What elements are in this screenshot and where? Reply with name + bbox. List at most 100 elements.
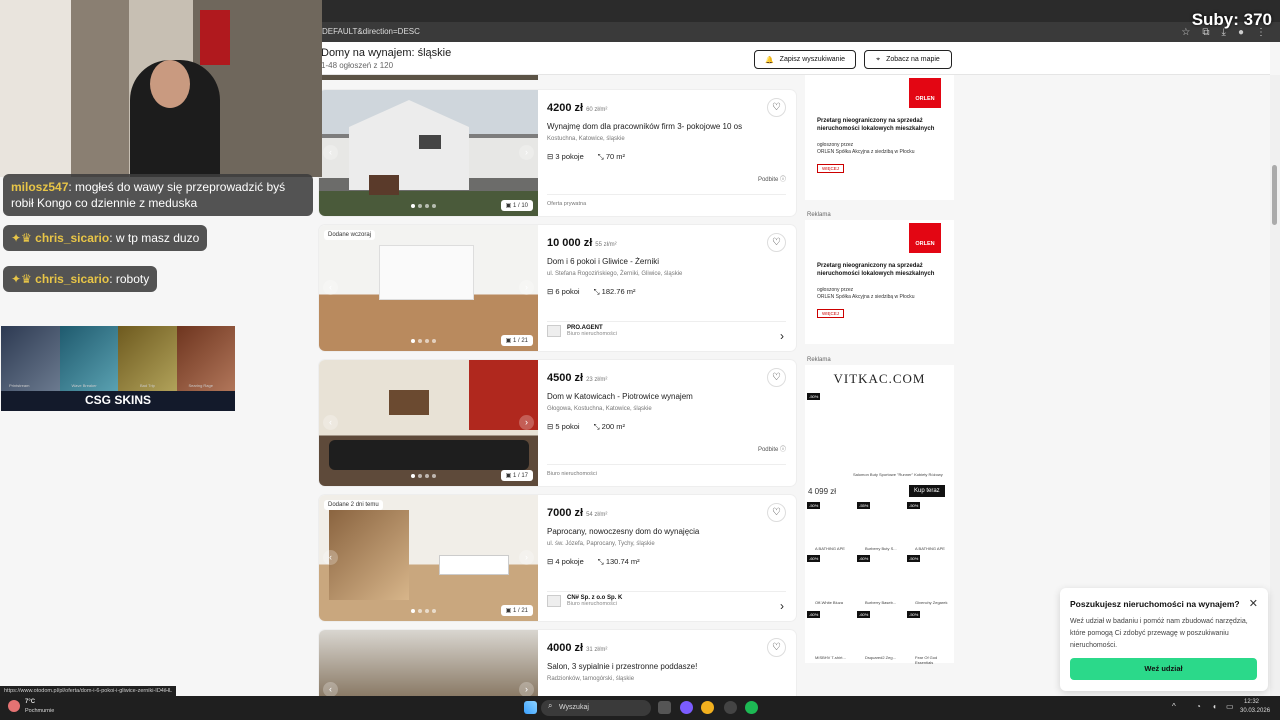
listing-photo[interactable]: Dodane 2 dni temu ‹ › ▣ 1 / 21 xyxy=(319,495,538,621)
vitkac-ad[interactable]: VITKAC.COM -50% Salomon Buty Sportowe "R… xyxy=(805,365,954,665)
listing-card[interactable]: Dodane 2 dni temu ‹ › ▣ 1 / 21 7000 zł 54… xyxy=(319,495,796,621)
listing-price: 7000 zł 54 zł/m² xyxy=(547,507,608,519)
csgoskins-logo: CSG SKINS xyxy=(84,393,151,407)
photo-prev-button[interactable]: ‹ xyxy=(323,550,338,565)
area-icon: ⤡ xyxy=(597,557,604,566)
listing-specs: ⊟ 3 pokoje ⤡ 70 m² xyxy=(547,152,625,162)
window xyxy=(419,135,441,149)
listing-card[interactable]: ‹ › ▣ 1 / 10 4200 zł 60 zł/m² Wynajmę dom… xyxy=(319,90,796,216)
ad-more-button[interactable]: WIĘCEJ xyxy=(817,309,845,318)
save-search-button[interactable]: 🔔 Zapisz wyszukiwanie xyxy=(754,50,856,69)
scrollbar-thumb[interactable] xyxy=(1272,165,1277,225)
task-view-icon[interactable] xyxy=(658,701,671,714)
agency-type: Biuro nieruchomości xyxy=(567,601,617,607)
listing-photo[interactable]: Dodane wczoraj ‹ › ▣ 1 / 21 xyxy=(319,225,538,351)
listing-card[interactable]: Dodane wczoraj ‹ › ▣ 1 / 21 10 000 zł 55 … xyxy=(319,225,796,351)
wifi-icon[interactable]: ◔ xyxy=(1196,702,1201,711)
vitkac-logo: VITKAC.COM xyxy=(833,371,926,386)
tray-chevron-icon[interactable]: ^ xyxy=(1172,702,1176,711)
skin-name: Searing Rage xyxy=(188,383,213,388)
photo-next-button[interactable]: › xyxy=(519,415,534,430)
taskbar-search[interactable]: Wyszukaj xyxy=(541,700,651,716)
ad-item[interactable]: Burberry Baseb... xyxy=(865,600,896,605)
chat-username: milosz547 xyxy=(11,180,69,194)
photo-prev-button[interactable]: ‹ xyxy=(323,415,338,430)
weather-icon[interactable] xyxy=(8,700,20,712)
favorite-button[interactable]: ♡ xyxy=(767,368,786,387)
photo-prev-button[interactable]: ‹ xyxy=(323,682,338,696)
orlen-ad[interactable]: ORLEN Przetarg nieograniczony na sprzeda… xyxy=(805,220,954,344)
window-curtain xyxy=(379,245,474,300)
promoted-label[interactable]: Podbite ⓘ xyxy=(758,444,786,453)
chevron-right-icon[interactable]: › xyxy=(780,329,784,343)
ad-item[interactable]: Burberry Buty S... xyxy=(865,546,897,551)
area-spec: ⤡ 70 m² xyxy=(597,152,626,161)
skin-name: Wave Breaker xyxy=(71,383,97,388)
take-survey-button[interactable]: Weź udział xyxy=(1070,658,1257,680)
favorite-button[interactable]: ♡ xyxy=(767,98,786,117)
photo-count: ▣ 1 / 10 xyxy=(500,200,533,211)
see-map-label: Zobacz na mapie xyxy=(886,56,940,63)
ad-item[interactable]: Off-White Bluza xyxy=(815,600,843,605)
ad-item[interactable]: A BATHING APE xyxy=(915,546,945,551)
favorite-button[interactable]: ♡ xyxy=(767,638,786,657)
ad-item[interactable]: Fear Of God Essentials xyxy=(915,655,954,665)
photo-next-button[interactable]: › xyxy=(519,682,534,696)
skin-name: Bad Trip xyxy=(140,383,155,388)
chevron-right-icon[interactable]: › xyxy=(780,599,784,613)
listing-title[interactable]: Paprocany, nowoczesny dom do wynajęcia xyxy=(547,527,699,536)
bed-icon: ⊟ xyxy=(547,287,554,296)
promoted-label[interactable]: Podbite ⓘ xyxy=(758,174,786,183)
buy-now-button[interactable]: Kup teraz xyxy=(909,485,945,497)
agency-info[interactable]: CN# Sp. z o.o Sp. K Biuro nieruchomości xyxy=(547,595,622,607)
chat-message: milosz547: mogłeś do wawy się przeprowad… xyxy=(3,174,313,216)
orlen-ad[interactable]: ORLEN Przetarg nieograniczony na sprzeda… xyxy=(805,75,954,200)
page-scrollbar[interactable] xyxy=(1270,75,1280,696)
listing-specs: ⊟ 4 pokoje ⤡ 130.74 m² xyxy=(547,557,640,567)
agency-info[interactable]: PRO.AGENT Biuro nieruchomości xyxy=(547,325,617,337)
volume-icon[interactable]: ◖ xyxy=(1212,702,1217,711)
photo-prev-button[interactable]: ‹ xyxy=(323,280,338,295)
listing-photo[interactable]: ‹ › xyxy=(319,630,538,696)
card-divider xyxy=(547,591,786,592)
listing-title[interactable]: Wynajmę dom dla pracowników firm 3- poko… xyxy=(547,122,742,131)
clock-time[interactable]: 12:32 xyxy=(1244,699,1259,705)
photo-next-button[interactable]: › xyxy=(519,145,534,160)
photo-next-button[interactable]: › xyxy=(519,280,534,295)
listing-title[interactable]: Dom i 6 pokoi i Gliwice - Żerniki xyxy=(547,257,659,266)
favorite-button[interactable]: ♡ xyxy=(767,503,786,522)
star-icon[interactable]: ☆ xyxy=(1181,27,1190,38)
clock-date[interactable]: 30.03.2026 xyxy=(1240,708,1270,714)
discord-icon[interactable] xyxy=(680,701,693,714)
spotify-icon[interactable] xyxy=(745,701,758,714)
chat-text: : w tp masz duzo xyxy=(109,231,200,245)
stairs xyxy=(369,175,399,195)
see-map-button[interactable]: ⌖ Zobacz na mapie xyxy=(864,50,952,69)
badge-icon: ✦♛ xyxy=(11,272,32,286)
ad-item[interactable]: A BATHING APE xyxy=(815,546,845,551)
page-title: Domy na wynajem: śląskie xyxy=(321,47,452,59)
weather-temp: 7°C xyxy=(25,699,36,705)
close-icon[interactable]: ✕ xyxy=(1249,597,1258,610)
price-per-m2: 55 zł/m² xyxy=(595,242,617,248)
listing-card[interactable]: ‹ › 4000 zł 31 zł/m² Salon, 3 sypialnie i… xyxy=(319,630,796,696)
listing-photo[interactable]: ‹ › ▣ 1 / 10 xyxy=(319,90,538,216)
start-icon[interactable] xyxy=(524,701,537,714)
ad-item[interactable]: Dsquared2 Zeg... xyxy=(865,655,896,660)
listing-card[interactable]: ‹ › ▣ 1 / 17 4500 zł 23 zł/m² Dom w Katow… xyxy=(319,360,796,486)
ad-more-button[interactable]: WIĘCEJ xyxy=(817,164,845,173)
ad-label: Reklama xyxy=(807,357,831,363)
photo-prev-button[interactable]: ‹ xyxy=(323,145,338,160)
listing-title[interactable]: Dom w Katowicach - Piotrowice wynajem xyxy=(547,392,693,401)
discount-badge: -60% xyxy=(807,555,821,562)
ad-item[interactable]: MISBHV T-shirt... xyxy=(815,655,846,660)
app-icon[interactable] xyxy=(724,701,737,714)
photo-next-button[interactable]: › xyxy=(519,550,534,565)
ad-item[interactable]: Givenchy Zegarek xyxy=(915,600,947,605)
listing-photo[interactable]: ‹ › ▣ 1 / 17 xyxy=(319,360,538,486)
listing-title[interactable]: Salon, 3 sypialnie i przestronne poddasz… xyxy=(547,662,697,671)
area-spec: ⤡ 200 m² xyxy=(593,422,626,431)
chrome-icon[interactable] xyxy=(701,701,714,714)
battery-icon[interactable]: ▭ xyxy=(1226,702,1234,711)
favorite-button[interactable]: ♡ xyxy=(767,233,786,252)
